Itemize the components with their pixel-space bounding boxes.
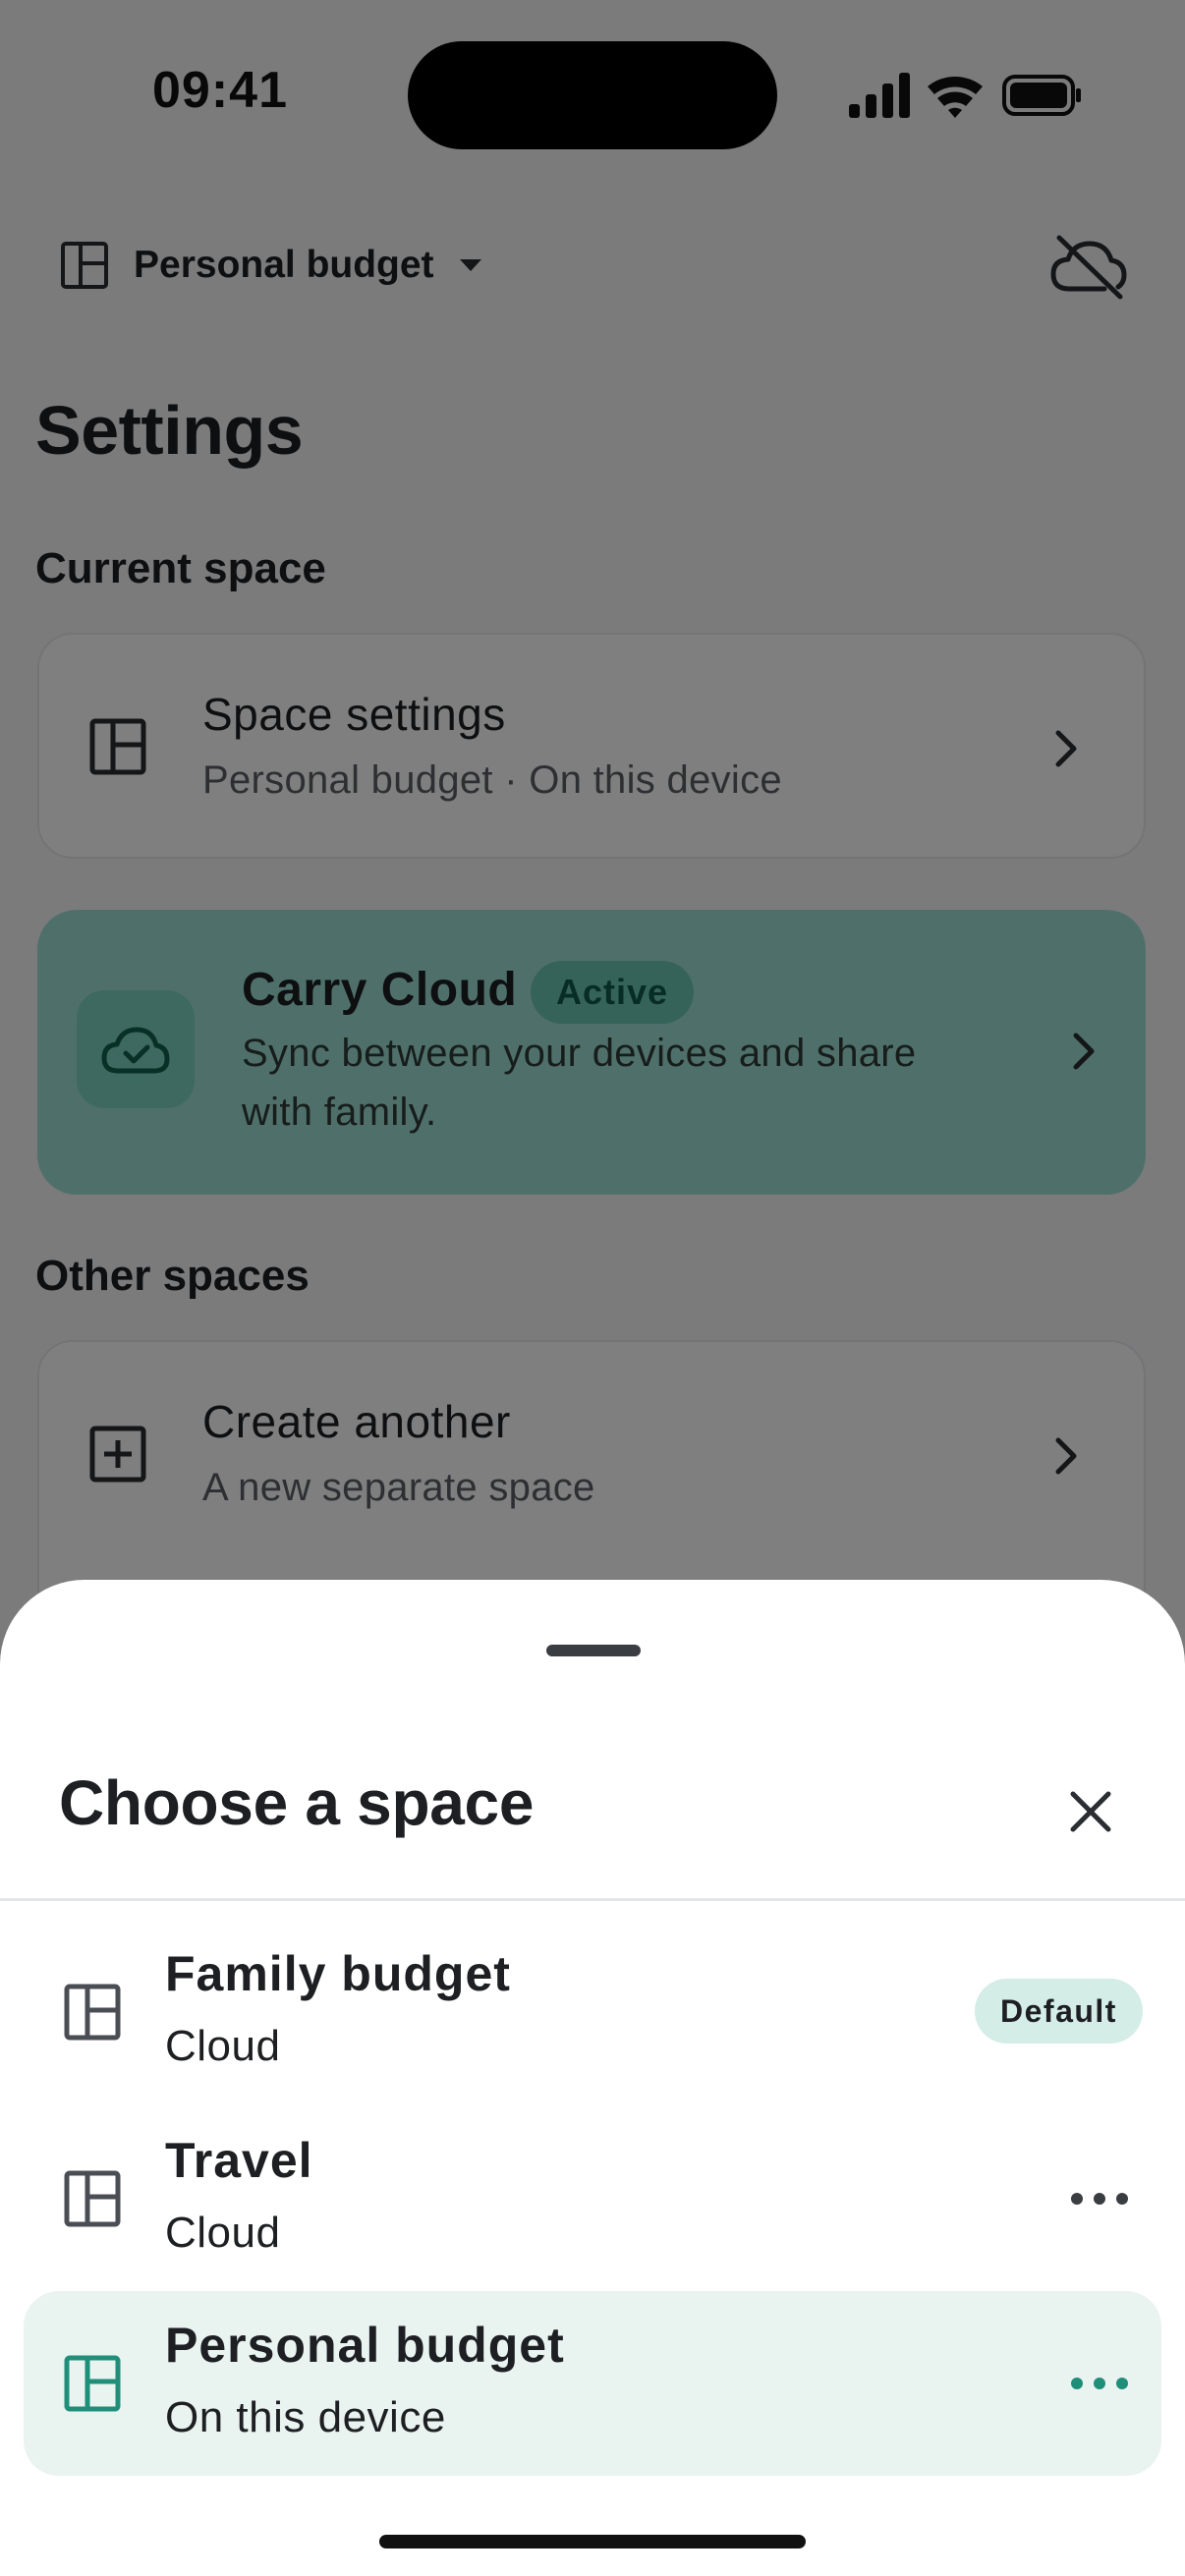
- space-item-family-budget[interactable]: Family budget Cloud Default: [24, 1920, 1161, 2104]
- more-options-icon[interactable]: [1065, 2177, 1134, 2220]
- close-icon[interactable]: [1055, 1776, 1126, 1847]
- space-kind: Cloud: [165, 2209, 281, 2257]
- home-indicator: [379, 2535, 806, 2548]
- default-badge: Default: [975, 1979, 1143, 2044]
- space-item-personal-budget[interactable]: Personal budget On this device: [24, 2291, 1161, 2476]
- sheet-divider: [0, 1898, 1185, 1901]
- choose-space-sheet: Choose a space Family budget Cloud Defau…: [0, 1580, 1185, 2576]
- space-item-travel[interactable]: Travel Cloud: [24, 2106, 1161, 2291]
- space-layout-icon: [64, 2355, 121, 2412]
- space-name: Family budget: [165, 1946, 511, 2001]
- space-layout-icon: [64, 2170, 121, 2227]
- space-name: Travel: [165, 2133, 313, 2188]
- more-options-icon[interactable]: [1065, 2362, 1134, 2405]
- space-kind: Cloud: [165, 2022, 281, 2070]
- space-layout-icon: [64, 1984, 121, 2041]
- sheet-grabber[interactable]: [546, 1645, 641, 1656]
- sheet-title: Choose a space: [59, 1767, 535, 1838]
- space-name: Personal budget: [165, 2318, 565, 2373]
- space-kind: On this device: [165, 2393, 446, 2441]
